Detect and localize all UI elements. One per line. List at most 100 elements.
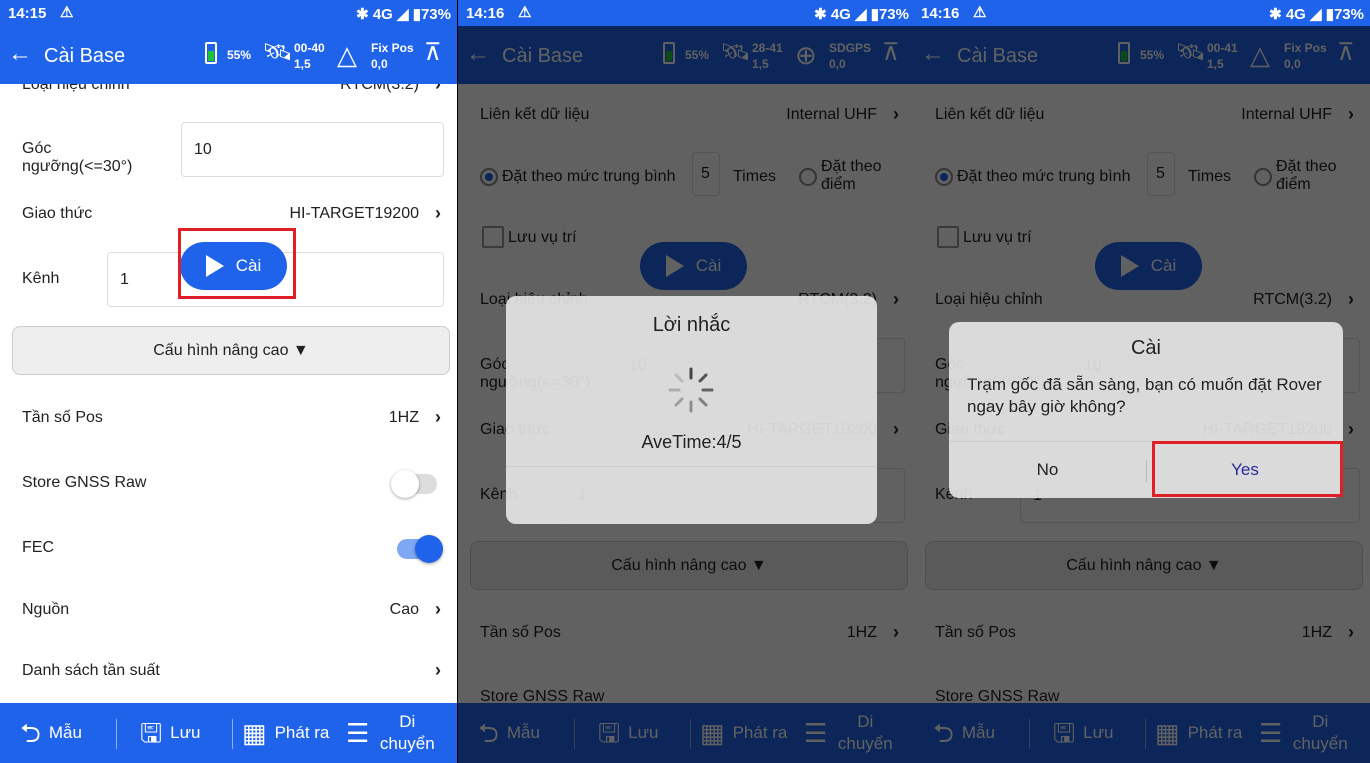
fix-status-icon: △ — [337, 40, 357, 70]
cai-button[interactable]: Cài — [1095, 242, 1202, 290]
satellite-icon: 🛰 — [262, 39, 293, 66]
save: Lưu — [628, 723, 659, 742]
channel-input[interactable]: 1 — [565, 468, 905, 523]
floppy-icon: 🖫 — [140, 718, 163, 748]
save-position-checkbox[interactable] — [482, 226, 504, 248]
times-label: Times — [733, 168, 776, 185]
row-pos-frequency[interactable]: Tần số Pos 1HZ › — [935, 622, 1354, 648]
row-pos-frequency[interactable]: Tần số Pos 1HZ › — [480, 622, 899, 648]
row-power[interactable]: Nguồn Cao › — [22, 599, 441, 625]
save-button[interactable]: 🖫 Lưu — [598, 703, 658, 763]
status-icons: ✱ 4G ◢ ▮73% — [814, 6, 909, 23]
cai-button[interactable]: Cài — [640, 242, 747, 290]
broadcast-button[interactable]: ▦ Phát ra — [700, 703, 787, 763]
screen-1: Loại hiệu chỉnh RTCM(3.2) › Góc ngưỡng(<=3… — [0, 0, 457, 763]
move-button[interactable]: ☰ Di chuyển — [346, 703, 437, 763]
advanced-config-button[interactable]: Cấu hình nâng cao ▼ — [470, 541, 908, 590]
qr-code-icon: ▦ — [242, 718, 267, 748]
chevron-right-icon: › — [1348, 622, 1354, 642]
cai-label: Cài — [235, 256, 262, 275]
sats: 00-41 — [1207, 41, 1238, 55]
sats2: 1,5 — [294, 57, 311, 71]
angle-input[interactable]: 10 — [1071, 338, 1360, 393]
save-position-label: Lưu vụ trí — [508, 229, 577, 246]
angle-label: Góc ngưỡng(<=30°) — [480, 356, 591, 391]
row-pos-frequency[interactable]: Tần số Pos 1HZ › — [22, 407, 441, 433]
row-protocol[interactable]: Giao thức HI-TARGET19200 › — [22, 203, 441, 229]
satellite-count: 00-40 1,5 — [294, 40, 325, 72]
back-arrow-icon[interactable]: ← — [466, 40, 490, 68]
bottom-toolbar: ⮌ Mẫu 🖫 Lưu ▦ Phát ra ☰ Di chuyển — [913, 703, 1370, 763]
clock: 14:15 — [8, 5, 47, 22]
status-icons: ✱ 4G ◢ ▮73% — [356, 6, 451, 23]
app-bar: ← Cài Base 55% 🛰 00-40 1,5 △ Fix Pos 0,0 ⊼ — [0, 26, 457, 84]
battery-icon — [205, 42, 217, 64]
receiver-icon[interactable]: ⊼ — [882, 38, 900, 67]
save-button[interactable]: 🖫 Lưu — [140, 703, 200, 763]
label: Kênh — [22, 270, 60, 287]
settings-list[interactable]: Loại hiệu chỉnh RTCM(3.2) › Góc ngưỡng(<=3… — [0, 74, 457, 703]
label: Mẫu — [48, 723, 82, 742]
battery-level: 55% — [685, 48, 710, 62]
label: Store GNSS Raw — [22, 474, 147, 491]
back-arrow-icon[interactable]: ← — [8, 40, 32, 68]
move-button[interactable]: ☰ Di chuyển — [804, 703, 895, 763]
angle-input[interactable]: 10 — [181, 122, 444, 177]
template: Mẫu — [961, 723, 995, 742]
save-button[interactable]: 🖫 Lưu — [1053, 703, 1113, 763]
status-bar: 14:16 ⚠ ✱ 4G ◢ ▮73% — [458, 0, 915, 26]
save-position-checkbox[interactable] — [937, 226, 959, 248]
toolbar-separator — [690, 719, 691, 749]
correction-label: Loại hiệu chỉnh — [480, 291, 588, 308]
back-arrow-icon[interactable]: ← — [921, 40, 945, 68]
row-data-link[interactable]: Liên kết dữ liệu Internal UHF › — [935, 104, 1354, 130]
chevron-right-icon: › — [893, 622, 899, 642]
broadcast-button[interactable]: ▦ Phát ra — [242, 703, 329, 763]
template-button[interactable]: ⮌ Mẫu — [20, 703, 82, 763]
fix-status: Fix Pos 0,0 — [1284, 40, 1327, 72]
receiver-icon[interactable]: ⊼ — [424, 38, 442, 67]
angle-input[interactable]: 10 — [616, 338, 905, 393]
page-title: Cài Base — [44, 45, 126, 67]
times-input[interactable]: 5 — [1147, 152, 1175, 196]
average-radio[interactable] — [935, 168, 953, 186]
times-input[interactable]: 5 — [692, 152, 720, 196]
chevron-right-icon: › — [893, 104, 899, 124]
fix-status: Fix Pos 0,0 — [371, 40, 414, 72]
fix: Fix Pos — [1284, 41, 1327, 55]
row-data-link[interactable]: Liên kết dữ liệu Internal UHF › — [480, 104, 899, 130]
receiver-icon[interactable]: ⊼ — [1337, 38, 1355, 67]
gnss-raw-toggle[interactable] — [391, 470, 437, 498]
protocol-label: Giao thức — [935, 421, 1006, 438]
label: Phát ra — [274, 723, 330, 742]
row-gnss-raw: Store GNSS Raw — [22, 474, 441, 498]
advanced-config-button[interactable]: Cấu hình nâng cao ▼ — [925, 541, 1363, 590]
row-frequency-list[interactable]: Danh sách tần suất › — [22, 660, 441, 686]
fix: SDGPS — [829, 41, 872, 55]
page-title: Cài Base — [957, 45, 1039, 67]
row-correction-type[interactable]: Loại hiệu chỉnh RTCM(3.2) › — [935, 289, 1354, 315]
row-correction-type[interactable]: Loại hiệu chỉnh RTCM(3.2) › — [480, 289, 899, 315]
point-radio[interactable] — [1254, 168, 1272, 186]
label: Nguồn — [22, 601, 70, 618]
advanced-config-button[interactable]: Cấu hình nâng cao ▼ — [12, 326, 450, 375]
pos-freq-value: 1HZ — [1301, 624, 1332, 641]
page-title: Cài Base — [502, 45, 584, 67]
sats: 28-41 — [752, 41, 783, 55]
label: Di chuyển — [379, 712, 435, 753]
row-protocol[interactable]: Giao thức HI-TARGET19200 › — [935, 419, 1354, 445]
cai-button[interactable]: Cài — [180, 242, 287, 290]
label: Giao thức — [22, 205, 93, 222]
template-button[interactable]: ⮌ Mẫu — [933, 703, 995, 763]
template-button[interactable]: ⮌ Mẫu — [478, 703, 540, 763]
point-radio[interactable] — [799, 168, 817, 186]
channel-input[interactable]: 1 — [1020, 468, 1360, 523]
move-button[interactable]: ☰ Di chuyển — [1259, 703, 1350, 763]
value: HI-TARGET19200 — [289, 205, 419, 222]
fec-toggle[interactable] — [397, 535, 443, 563]
row-protocol[interactable]: Giao thức HI-TARGET19200 › — [480, 419, 899, 445]
broadcast-button[interactable]: ▦ Phát ra — [1155, 703, 1242, 763]
floppy-icon: 🖫 — [598, 718, 621, 748]
bottom-toolbar: ⮌ Mẫu 🖫 Lưu ▦ Phát ra ☰ Di chuyển — [458, 703, 915, 763]
average-radio[interactable] — [480, 168, 498, 186]
